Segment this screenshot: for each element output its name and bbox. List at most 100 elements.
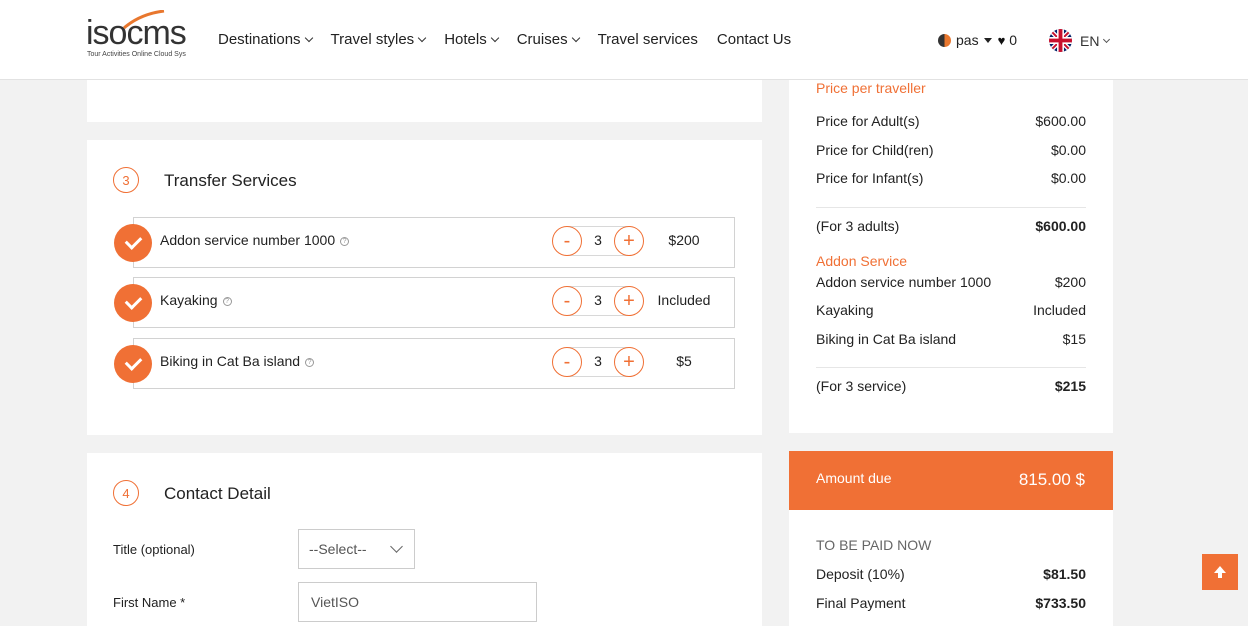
adult-value: $600.00 [1035, 113, 1086, 129]
summary-row: Addon service number 1000 $200 [816, 274, 1086, 290]
language-switcher[interactable]: EN [1049, 29, 1111, 52]
logo-swoosh-icon [123, 10, 165, 30]
chevron-down-icon [390, 540, 403, 553]
wishlist-count[interactable]: 0 [1009, 32, 1017, 48]
decrease-button[interactable]: - [552, 226, 582, 256]
adult-label: Price for Adult(s) [816, 113, 920, 129]
quantity-value[interactable]: 3 [584, 232, 612, 248]
deposit-value: $81.50 [1043, 566, 1086, 582]
user-avatar-icon [938, 33, 951, 47]
addon-name: Biking in Cat Ba island? [160, 353, 315, 369]
payment-panel: TO BE PAID NOW Deposit (10%) $81.50 Fina… [789, 510, 1113, 626]
nav-travel-styles[interactable]: Travel styles [330, 31, 427, 48]
language-label: EN [1080, 32, 1100, 49]
amount-due-bar: Amount due 815.00 $ [789, 451, 1113, 510]
help-icon[interactable]: ? [222, 297, 232, 306]
uk-flag-icon [1049, 29, 1072, 52]
summary-row: Price for Child(ren) $0.00 [816, 142, 1086, 158]
summary-row: Final Payment $733.50 [816, 595, 1086, 611]
addon-total-value: $215 [1054, 378, 1086, 394]
addon-name: Kayaking? [160, 292, 232, 308]
nav-label: Hotels [444, 31, 487, 48]
decrease-button[interactable]: - [552, 347, 582, 377]
section-title: Contact Detail [164, 484, 271, 503]
nav-label: Cruises [516, 31, 568, 48]
nav-label: Travel services [597, 31, 698, 48]
infant-label: Price for Infant(s) [816, 170, 924, 186]
quantity-stepper: - 3 + [552, 347, 647, 377]
arrow-up-icon [1214, 566, 1226, 578]
step-number: 3 [113, 167, 139, 193]
summary-row: (For 3 adults) $600.00 [816, 218, 1086, 234]
quantity-value[interactable]: 3 [584, 292, 612, 308]
section-title: Transfer Services [164, 171, 297, 190]
divider [816, 367, 1086, 368]
checkmark-icon[interactable] [114, 345, 152, 383]
subtotal-label: (For 3 adults) [816, 218, 900, 234]
help-icon[interactable]: ? [340, 237, 350, 246]
first-name-input[interactable]: VietISO [298, 582, 537, 622]
addon-label: Kayaking [816, 302, 874, 318]
help-icon[interactable]: ? [305, 358, 315, 367]
transfer-services-panel: 3 Transfer Services Addon service number… [87, 140, 762, 435]
child-label: Price for Child(ren) [816, 142, 934, 158]
summary-row: Price for Adult(s) $600.00 [816, 113, 1086, 129]
summary-row: Kayaking Included [816, 302, 1086, 318]
title-select[interactable]: --Select-- [298, 529, 415, 569]
child-value: $0.00 [1050, 142, 1086, 158]
title-select-value: --Select-- [309, 541, 367, 557]
nav-label: Travel styles [330, 31, 415, 48]
first-name-label: First Name * [113, 595, 186, 610]
addon-label: Addon service number 1000 [816, 274, 992, 290]
previous-section-panel [87, 80, 762, 122]
addon-price: $200 [668, 232, 700, 248]
infant-value: $0.00 [1050, 170, 1086, 186]
nav-travel-services[interactable]: Travel services [598, 31, 698, 48]
summary-row: Price for Infant(s) $0.00 [816, 170, 1086, 186]
divider [816, 207, 1086, 208]
addon-value: $200 [1054, 274, 1086, 290]
addon-row: Addon service number 1000? - 3 + $200 [114, 217, 735, 268]
nav-cruises[interactable]: Cruises [516, 31, 580, 48]
nav-contact-us[interactable]: Contact Us [717, 31, 791, 48]
logo-tagline: Tour Activities Online Cloud Sys [87, 51, 186, 58]
quantity-stepper: - 3 + [552, 226, 647, 256]
user-menu[interactable]: pas [956, 32, 979, 48]
addon-row: Kayaking? - 3 + Included [114, 277, 735, 328]
addon-value: Included [1033, 302, 1086, 318]
addon-value: $15 [1062, 331, 1086, 347]
summary-row: (For 3 service) $215 [816, 378, 1086, 394]
nav-hotels[interactable]: Hotels [444, 31, 499, 48]
contact-detail-panel: 4 Contact Detail Title (optional) --Sele… [87, 453, 762, 626]
addon-name: Addon service number 1000? [160, 232, 350, 248]
step-number: 4 [113, 480, 139, 506]
addon-name-text: Biking in Cat Ba island [160, 353, 301, 369]
addon-name-text: Kayaking [160, 292, 218, 308]
addon-name-text: Addon service number 1000 [160, 232, 336, 248]
chevron-down-icon [1103, 35, 1111, 43]
pay-now-heading: TO BE PAID NOW [816, 537, 932, 553]
addon-heading: Addon Service [816, 253, 908, 269]
addon-total-label: (For 3 service) [816, 378, 907, 394]
caret-down-icon[interactable] [983, 37, 992, 43]
addon-price: $5 [676, 353, 692, 369]
heart-icon[interactable]: ♥ [998, 33, 1006, 48]
logo[interactable]: isocms Tour Activities Online Cloud Sys [86, 10, 196, 62]
title-label: Title (optional) [113, 542, 195, 557]
nav-destinations[interactable]: Destinations [218, 31, 313, 48]
back-to-top-button[interactable] [1202, 554, 1238, 590]
decrease-button[interactable]: - [552, 286, 582, 316]
amount-due-label: Amount due [816, 470, 892, 486]
addon-label: Biking in Cat Ba island [816, 331, 957, 347]
price-summary: Price per traveller Price for Adult(s) $… [789, 80, 1113, 433]
checkmark-icon[interactable] [114, 224, 152, 262]
nav-label: Contact Us [716, 31, 792, 48]
price-heading: Price per traveller [816, 80, 926, 96]
checkmark-icon[interactable] [114, 284, 152, 322]
summary-row: Biking in Cat Ba island $15 [816, 331, 1086, 347]
quantity-value[interactable]: 3 [584, 353, 612, 369]
amount-due-value: 815.00 $ [1018, 470, 1085, 489]
final-payment-value: $733.50 [1035, 595, 1086, 611]
summary-row: Deposit (10%) $81.50 [816, 566, 1086, 582]
subtotal-value: $600.00 [1035, 218, 1086, 234]
